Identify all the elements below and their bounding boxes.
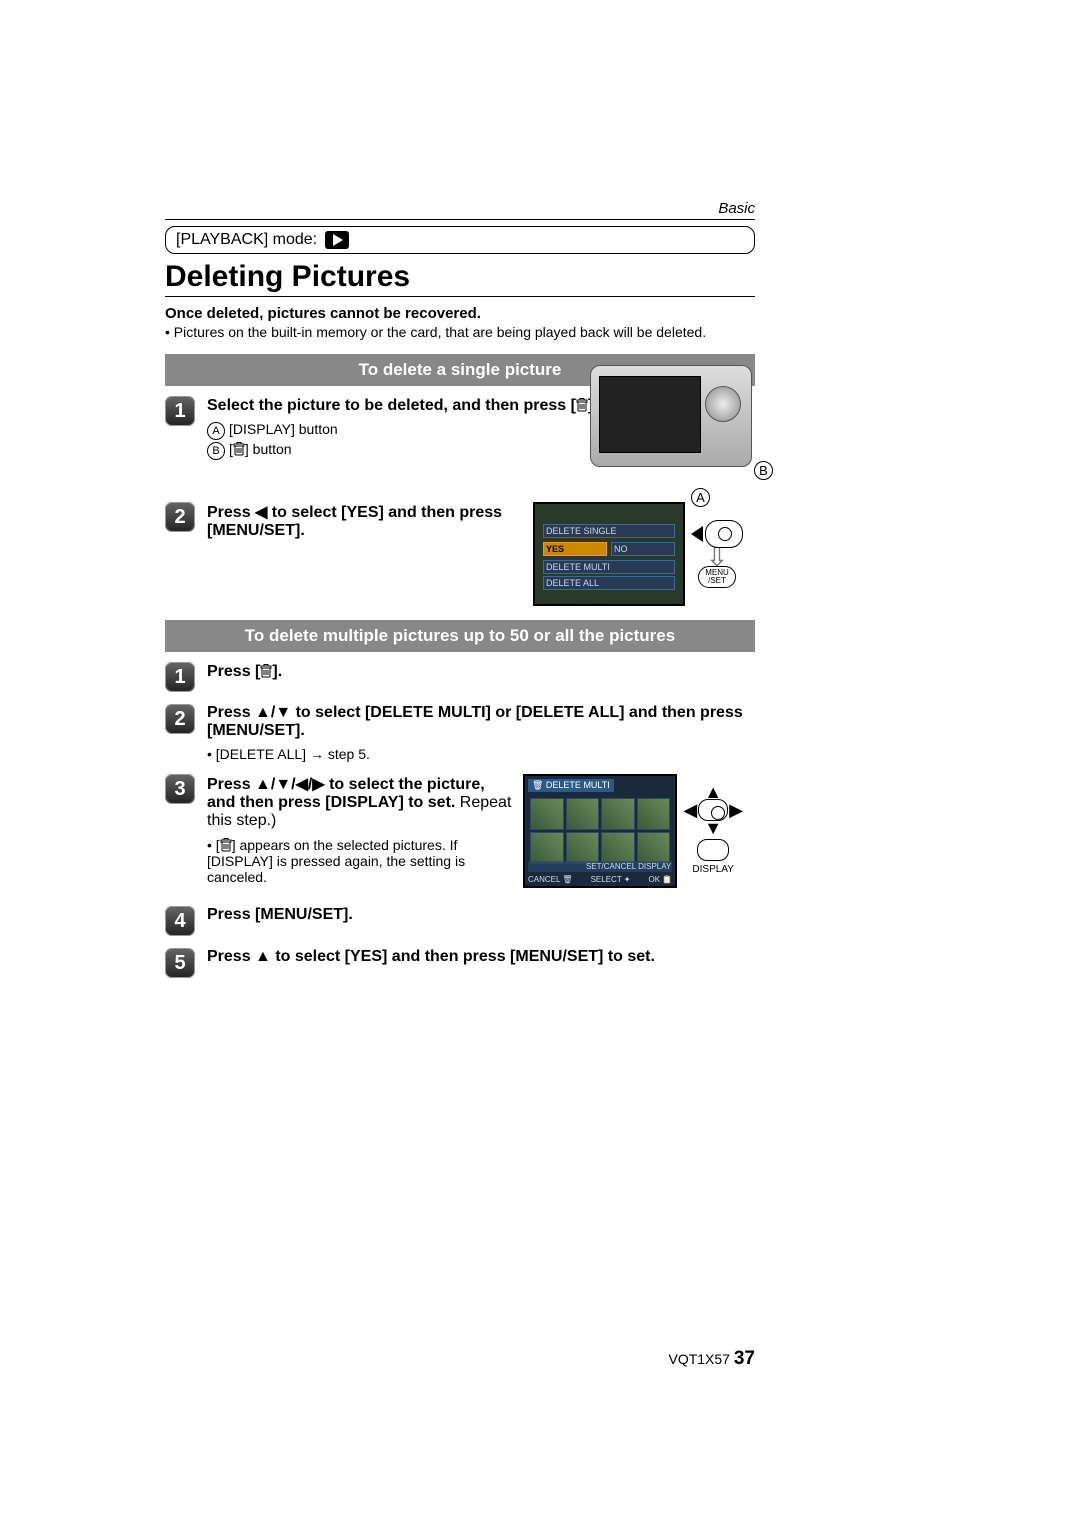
display-button-icon (697, 839, 729, 861)
lcd-no: NO (611, 542, 675, 556)
arrow-left-icon (691, 526, 703, 542)
dpad-icon (698, 799, 728, 821)
ref-a-icon: A (207, 422, 225, 440)
dpad-diagram: ⇩ MENU /SET (691, 520, 743, 588)
arrow-right-icon: ▶ (729, 803, 743, 817)
lcd-multi: 🗑 DELETE MULTI SET/CANCEL DISPLAY CANCEL… (523, 774, 743, 888)
arrow-down-icon: ▼ (704, 821, 722, 835)
step-number: 2 (165, 704, 195, 734)
trash-icon (220, 838, 232, 852)
doc-code: VQT1X57 (668, 1351, 729, 1367)
arrow-down-icon: ⇩ (705, 552, 728, 562)
trash-icon (260, 664, 272, 678)
step-number: 5 (165, 948, 195, 978)
ref-b-icon: B (207, 442, 225, 460)
page-footer: VQT1X57 37 (668, 1348, 755, 1370)
lcd2-header: 🗑 DELETE MULTI (528, 779, 614, 792)
lcd2-thumbs (530, 798, 670, 864)
multi-step2-note: [DELETE ALL] → step 5. (207, 746, 755, 762)
callout-b: B (754, 461, 773, 480)
lcd-yes: YES (543, 542, 607, 556)
ref-a-text: [DISPLAY] button (229, 421, 338, 437)
section-crumb: Basic (165, 200, 755, 220)
camera-illustration: A B (590, 365, 765, 485)
mode-row: [PLAYBACK] mode: (165, 226, 755, 254)
page-title: Deleting Pictures (165, 260, 755, 297)
step-number: 1 (165, 662, 195, 692)
ref-b-text-b: ] button (245, 441, 292, 457)
page-number: 37 (734, 1348, 755, 1369)
playback-icon (325, 231, 349, 249)
multi-step1-b: ]. (272, 663, 282, 680)
multi-step1-a: Press [ (207, 663, 260, 680)
lcd2-setrow: SET/CANCEL DISPLAY (528, 861, 672, 872)
arrow-left-icon: ◀ (683, 803, 697, 817)
dpad-icon (705, 520, 743, 548)
multi-step4-text: Press [MENU/SET]. (207, 906, 353, 923)
lcd2-footer: CANCEL 🗑 SELECT ✦ OK 📋 (528, 875, 672, 884)
arrow-up-icon: ▲ (704, 785, 722, 799)
step-number: 3 (165, 774, 195, 804)
trash-icon (233, 442, 245, 456)
multi-step2-text: Press ▲/▼ to select [DELETE MULTI] or [D… (207, 704, 743, 739)
menuset-icon: MENU /SET (698, 566, 736, 588)
step1-text-a: Select the picture to be deleted, and th… (207, 397, 576, 414)
multi-step5-text: Press ▲ to select [YES] and then press [… (207, 948, 655, 965)
warning-text: Once deleted, pictures cannot be recover… (165, 305, 755, 322)
step-number: 4 (165, 906, 195, 936)
step-number: 1 (165, 396, 195, 426)
callout-a: A (691, 488, 710, 507)
multi-step3-bold: Press ▲/▼/◀/▶ to select the picture, and… (207, 776, 485, 811)
step2-text: Press ◀ to select [YES] and then press [… (207, 504, 502, 539)
trash-icon (576, 398, 588, 412)
lcd-line: DELETE SINGLE (543, 524, 675, 538)
section-delete-multi: To delete multiple pictures up to 50 or … (165, 620, 755, 652)
display-label: DISPLAY (692, 863, 734, 877)
lcd-yes-no: DELETE SINGLE YES NO DELETE MULTI DELETE… (533, 502, 743, 606)
step-number: 2 (165, 502, 195, 532)
dpad-4way: ▲ ◀ ▶ ▼ DISPLAY (683, 785, 743, 877)
intro-note: Pictures on the built-in memory or the c… (165, 324, 755, 340)
lcd-line: DELETE MULTI (543, 560, 675, 574)
lcd-line: DELETE ALL (543, 576, 675, 590)
mode-label: [PLAYBACK] mode: (176, 231, 317, 249)
